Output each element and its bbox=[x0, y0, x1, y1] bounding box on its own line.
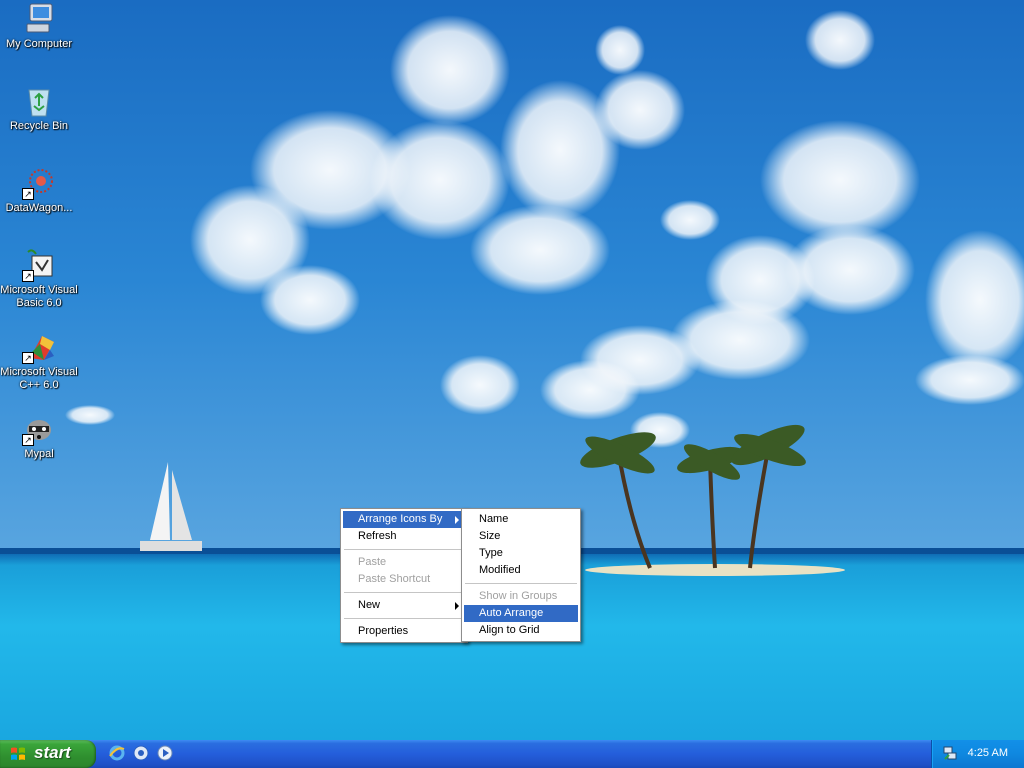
menu-separator bbox=[465, 583, 577, 584]
desktop-icon-recycle-bin[interactable]: Recycle Bin bbox=[0, 84, 78, 133]
menu-item-paste: Paste bbox=[343, 554, 465, 571]
desktop-icon-label: Mypal bbox=[24, 448, 54, 460]
submenu-arrow-icon bbox=[455, 516, 459, 524]
menu-item-label: Name bbox=[479, 513, 509, 525]
menu-item-label: Align to Grid bbox=[479, 624, 540, 636]
system-tray: 4:25 AM bbox=[931, 740, 1024, 768]
submenu-item-align-to-grid[interactable]: Align to Grid bbox=[464, 622, 578, 639]
windows-logo-icon bbox=[11, 747, 25, 760]
submenu-item-name[interactable]: Name bbox=[464, 511, 578, 528]
desktop-icon-my-computer[interactable]: My Computer bbox=[0, 2, 78, 51]
arrange-icons-submenu: Name Size Type Modified Show in Groups A… bbox=[461, 508, 581, 642]
visual-cpp-icon: ↗ bbox=[22, 330, 56, 364]
desktop-icon-label: DataWagon... bbox=[5, 202, 73, 214]
recycle-bin-icon bbox=[22, 84, 56, 118]
desktop-icon-mypal[interactable]: ↗ Mypal bbox=[0, 412, 78, 461]
desktop-icon-label: Microsoft Visual bbox=[0, 366, 78, 378]
desktop-icon-label: My Computer bbox=[5, 38, 73, 50]
menu-item-label: Paste Shortcut bbox=[358, 573, 431, 585]
menu-item-arrange-icons-by[interactable]: Arrange Icons By bbox=[343, 511, 465, 528]
desktop-icon-label: Recycle Bin bbox=[9, 120, 69, 132]
menu-separator bbox=[344, 549, 464, 550]
submenu-item-show-in-groups: Show in Groups bbox=[464, 588, 578, 605]
desktop-icon-visual-basic[interactable]: ↗ Microsoft Visual Basic 6.0 bbox=[0, 248, 78, 310]
shortcut-arrow-icon: ↗ bbox=[22, 270, 34, 282]
datawagon-icon: ↗ bbox=[22, 166, 56, 200]
menu-item-label: Size bbox=[479, 530, 501, 542]
submenu-item-size[interactable]: Size bbox=[464, 528, 578, 545]
menu-separator bbox=[344, 592, 464, 593]
menu-item-label: New bbox=[358, 599, 381, 611]
my-computer-icon bbox=[22, 2, 56, 36]
menu-item-paste-shortcut: Paste Shortcut bbox=[343, 571, 465, 588]
menu-item-label: Type bbox=[479, 547, 503, 559]
network-icon[interactable] bbox=[942, 745, 958, 761]
menu-item-label: Paste bbox=[358, 556, 387, 568]
menu-item-label: Modified bbox=[479, 564, 521, 576]
mypal-raccoon-icon: ↗ bbox=[22, 412, 56, 446]
submenu-item-modified[interactable]: Modified bbox=[464, 562, 578, 579]
start-label: start bbox=[34, 743, 71, 762]
start-button[interactable]: start bbox=[0, 740, 96, 768]
visual-basic-icon: ↗ bbox=[22, 248, 56, 282]
menu-item-label: Refresh bbox=[358, 530, 397, 542]
submenu-item-type[interactable]: Type bbox=[464, 545, 578, 562]
menu-item-label: Auto Arrange bbox=[479, 607, 544, 619]
shortcut-arrow-icon: ↗ bbox=[22, 188, 34, 200]
menu-item-label: Properties bbox=[358, 625, 409, 637]
menu-item-label: Arrange Icons By bbox=[358, 513, 443, 525]
submenu-item-auto-arrange[interactable]: Auto Arrange bbox=[464, 605, 578, 622]
desktop-context-menu: Arrange Icons By Refresh Paste Paste Sho… bbox=[340, 508, 468, 643]
menu-item-new[interactable]: New bbox=[343, 597, 465, 614]
desktop-icon-label: Basic 6.0 bbox=[16, 297, 62, 309]
menu-item-refresh[interactable]: Refresh bbox=[343, 528, 465, 545]
submenu-arrow-icon bbox=[455, 602, 459, 610]
desktop-icon-label: Microsoft Visual bbox=[0, 284, 78, 296]
taskbar-clock[interactable]: 4:25 AM bbox=[968, 747, 1008, 759]
menu-separator bbox=[344, 618, 464, 619]
internet-explorer-icon[interactable] bbox=[108, 744, 126, 762]
desktop-icon-visual-cpp[interactable]: ↗ Microsoft Visual C++ 6.0 bbox=[0, 330, 78, 392]
desktop-icon-datawagon[interactable]: ↗ DataWagon... bbox=[0, 166, 78, 215]
shortcut-arrow-icon: ↗ bbox=[22, 434, 34, 446]
shortcut-arrow-icon: ↗ bbox=[22, 352, 34, 364]
menu-item-properties[interactable]: Properties bbox=[343, 623, 465, 640]
show-desktop-icon[interactable] bbox=[156, 744, 174, 762]
taskbar: start 4:25 AM bbox=[0, 740, 1024, 768]
media-icon[interactable] bbox=[132, 744, 150, 762]
menu-item-label: Show in Groups bbox=[479, 590, 558, 602]
desktop-icon-label: C++ 6.0 bbox=[19, 379, 59, 391]
